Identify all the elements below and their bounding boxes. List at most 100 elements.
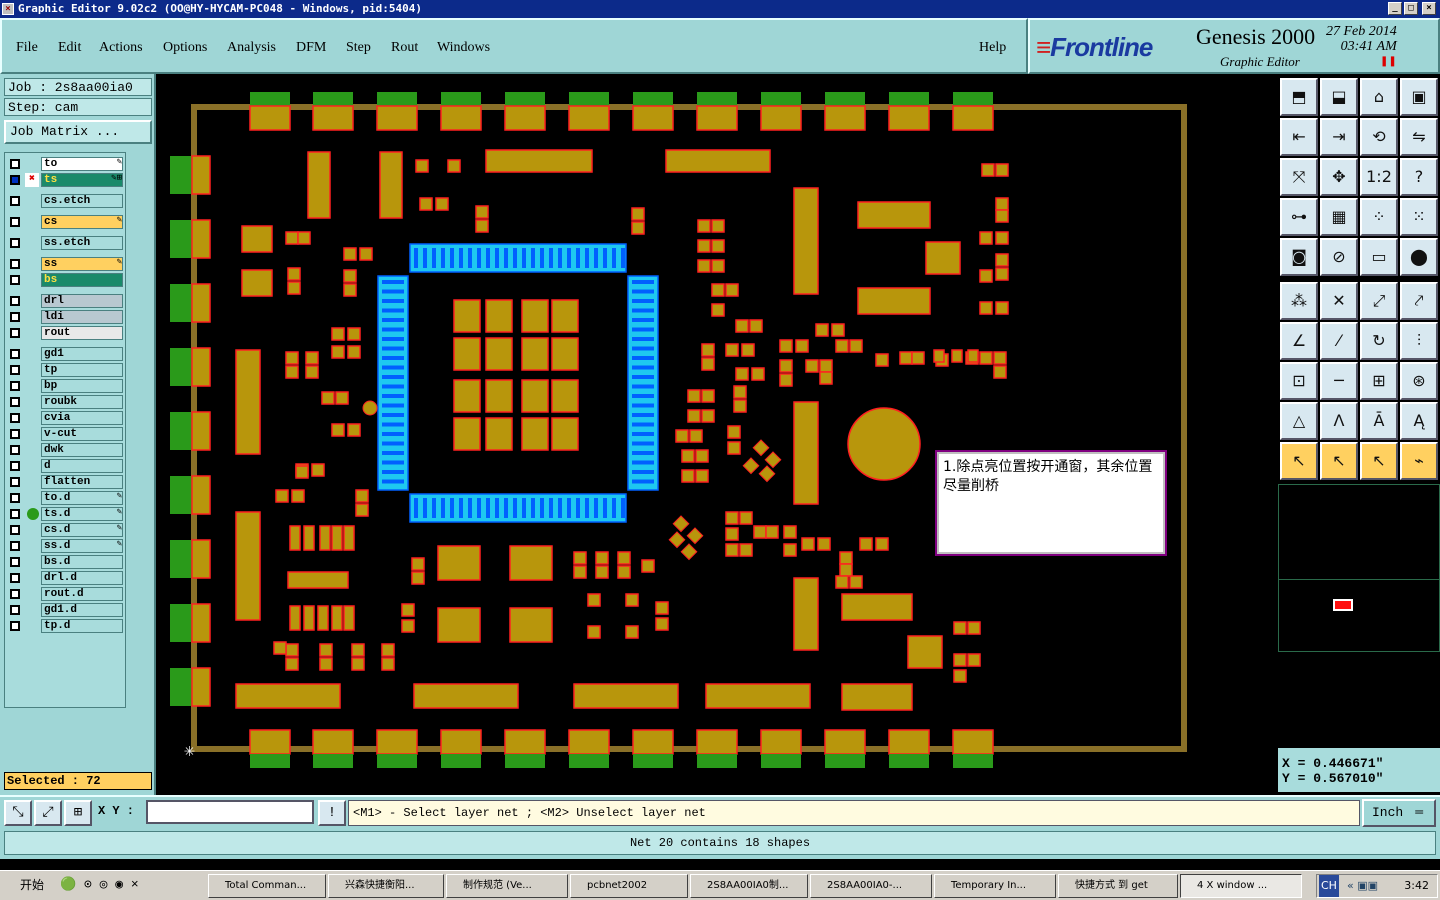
- edge-finger[interactable]: [377, 92, 417, 106]
- edge-finger[interactable]: [170, 604, 192, 642]
- pad[interactable]: [411, 571, 425, 585]
- qfp-pin[interactable]: [468, 498, 472, 518]
- layer-row-gd1.d[interactable]: gd1.d: [7, 603, 125, 617]
- pad[interactable]: [331, 525, 343, 551]
- pad[interactable]: [668, 531, 686, 549]
- pad[interactable]: [335, 391, 349, 405]
- edge-finger[interactable]: [170, 540, 192, 578]
- edge-finger[interactable]: [170, 220, 192, 258]
- pad[interactable]: [521, 417, 549, 451]
- point-line-icon[interactable]: ⤢: [1360, 282, 1398, 320]
- pad[interactable]: [291, 489, 305, 503]
- layer-checkbox[interactable]: [10, 296, 20, 306]
- pad[interactable]: [711, 303, 725, 317]
- layer-row-tp[interactable]: tp: [7, 363, 125, 377]
- pad[interactable]: [435, 197, 449, 211]
- qfp-pin[interactable]: [585, 248, 589, 268]
- pad[interactable]: [437, 607, 481, 643]
- pad[interactable]: [735, 367, 749, 381]
- layer-row-rout[interactable]: rout: [7, 326, 125, 340]
- qfp-pin[interactable]: [632, 289, 654, 294]
- qfp-pin[interactable]: [632, 318, 654, 322]
- pad[interactable]: [705, 683, 811, 709]
- pad[interactable]: [711, 219, 725, 233]
- edge-pad[interactable]: [191, 155, 211, 195]
- layer-row-ts.d[interactable]: ts.d ✎: [7, 507, 125, 521]
- pad[interactable]: [289, 605, 301, 631]
- graphic-canvas[interactable]: ✳ 1.除点亮位置按开通窗，其余位置尽量削桥: [156, 74, 1276, 795]
- center-icon[interactable]: ✥: [1320, 158, 1358, 196]
- pad[interactable]: [979, 351, 993, 365]
- pad[interactable]: [331, 423, 345, 437]
- qfp-pin[interactable]: [477, 248, 481, 268]
- pad[interactable]: [551, 337, 579, 371]
- round-pad[interactable]: [362, 400, 378, 416]
- save-icon[interactable]: ⬒: [1280, 78, 1318, 116]
- circle-icon[interactable]: ⬤: [1400, 238, 1438, 276]
- qfp-pin[interactable]: [576, 498, 580, 518]
- qfp-pin[interactable]: [540, 248, 544, 268]
- pad[interactable]: [783, 543, 797, 557]
- layer-row-to.d[interactable]: to.d ✎: [7, 491, 125, 505]
- pad[interactable]: [739, 543, 753, 557]
- qfp-pin[interactable]: [594, 248, 598, 268]
- pointer-icon[interactable]: ↖: [1280, 442, 1318, 480]
- pad[interactable]: [287, 571, 349, 589]
- add-pad-icon[interactable]: ◙: [1280, 238, 1318, 276]
- edge-finger[interactable]: [441, 754, 481, 768]
- pad[interactable]: [625, 625, 639, 639]
- pad[interactable]: [285, 351, 299, 365]
- qfp-pin[interactable]: [486, 498, 490, 518]
- pad[interactable]: [297, 231, 311, 245]
- qfp-pin[interactable]: [486, 248, 490, 268]
- triangle-icon[interactable]: △: [1280, 402, 1318, 440]
- pad[interactable]: [686, 527, 704, 545]
- qfp-pin[interactable]: [459, 248, 463, 268]
- layer-checkbox[interactable]: [10, 493, 20, 503]
- pad[interactable]: [841, 593, 913, 621]
- close-button[interactable]: ×: [1422, 2, 1436, 15]
- pad[interactable]: [665, 149, 771, 173]
- pad[interactable]: [911, 351, 925, 365]
- layer-checkbox[interactable]: [10, 477, 20, 487]
- mirror-icon[interactable]: ⇋: [1400, 118, 1438, 156]
- units-selector[interactable]: Inch ═: [1362, 799, 1436, 827]
- qfp-pin[interactable]: [612, 498, 616, 518]
- ruler-icon[interactable]: ▭: [1360, 238, 1398, 276]
- pad[interactable]: [521, 299, 549, 333]
- a-under-icon[interactable]: Ą: [1400, 402, 1438, 440]
- fit-icon[interactable]: ⤧: [1280, 158, 1318, 196]
- qfp-pads-left[interactable]: [377, 275, 409, 491]
- maximize-button[interactable]: □: [1404, 2, 1418, 15]
- pad[interactable]: [295, 465, 309, 479]
- taskbar-task[interactable]: Total Comman...: [208, 874, 326, 898]
- pad[interactable]: [995, 301, 1009, 315]
- pad[interactable]: [859, 537, 873, 551]
- edge-finger[interactable]: [313, 92, 353, 106]
- pad[interactable]: [695, 469, 709, 483]
- pad[interactable]: [303, 525, 315, 551]
- layer-row-drl[interactable]: drl: [7, 294, 125, 308]
- pad[interactable]: [995, 253, 1009, 267]
- pad[interactable]: [783, 525, 797, 539]
- edge-pad[interactable]: [440, 729, 482, 755]
- layer-checkbox[interactable]: [10, 589, 20, 599]
- pad[interactable]: [779, 359, 793, 373]
- menu-file[interactable]: File: [16, 40, 38, 56]
- qfp-pin[interactable]: [382, 432, 404, 436]
- layer-checkbox[interactable]: [10, 312, 20, 322]
- qfp-pin[interactable]: [414, 248, 418, 268]
- grid-snap-icon[interactable]: ⊞: [64, 800, 92, 826]
- edge-pad[interactable]: [632, 729, 674, 755]
- layer-checkbox[interactable]: [10, 461, 20, 471]
- pad[interactable]: [953, 669, 967, 683]
- net-icon[interactable]: ⁘: [1360, 198, 1398, 236]
- qfp-pin[interactable]: [382, 356, 404, 360]
- pad[interactable]: [287, 281, 301, 295]
- layer-row-ss[interactable]: ss ✎: [7, 257, 125, 271]
- edge-finger[interactable]: [761, 92, 801, 106]
- edge-pad[interactable]: [632, 105, 674, 131]
- layer-row-ss.etch[interactable]: ss.etch: [7, 236, 125, 250]
- route-icon[interactable]: ⌁: [1400, 442, 1438, 480]
- pad[interactable]: [979, 269, 993, 283]
